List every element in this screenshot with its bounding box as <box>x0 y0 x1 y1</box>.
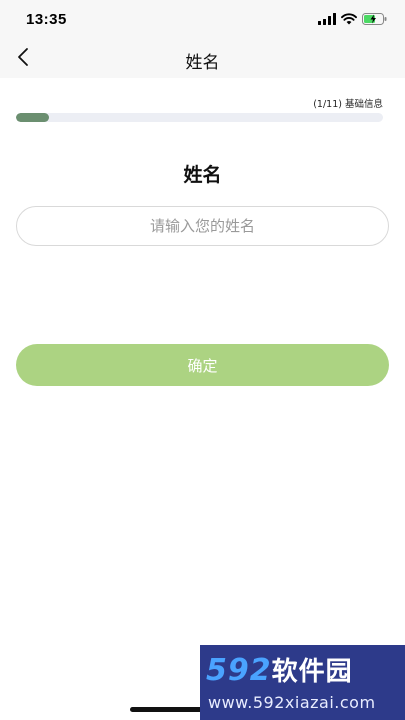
battery-charging-icon <box>362 10 387 29</box>
watermark-name: 软件园 <box>271 657 353 687</box>
watermark-number: 592 <box>206 653 272 688</box>
page-title: 姓名 <box>185 53 220 73</box>
nav-bar: 姓名 <box>0 40 405 78</box>
watermark-logo: 592软件园 www.592xiazai.com <box>200 645 405 720</box>
wifi-icon <box>341 10 357 29</box>
status-icons <box>318 12 387 26</box>
progress-fill <box>16 113 50 122</box>
status-bar: 13:35 <box>0 0 405 40</box>
progress-label: (1/11) 基础信息 <box>313 99 383 110</box>
status-time: 13:35 <box>26 11 67 28</box>
name-input[interactable] <box>16 206 389 246</box>
confirm-button[interactable]: 确定 <box>16 344 389 386</box>
progress-bar <box>16 113 383 122</box>
watermark-brand: 592软件园 <box>206 651 353 688</box>
field-heading: 姓名 <box>183 164 222 186</box>
screen: 13:35 姓名 (1/11) 基础信息 姓名 请输入您的姓名 确定 592软件… <box>0 0 405 720</box>
watermark-url: www.592xiazai.com <box>208 693 376 712</box>
signal-icon <box>318 10 336 29</box>
